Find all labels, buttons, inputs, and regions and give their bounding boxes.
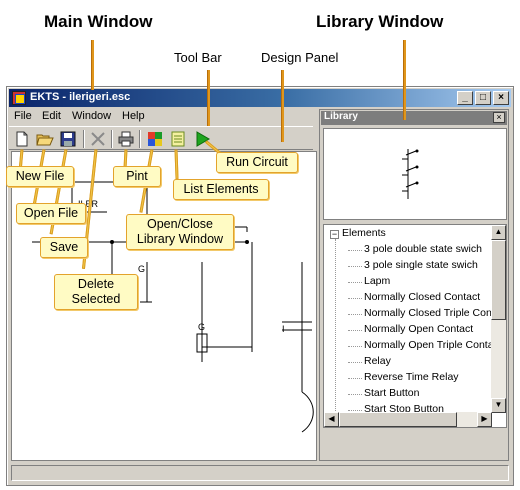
tree-guide-line: [335, 239, 336, 427]
printer-icon: [118, 131, 134, 147]
tree-item[interactable]: Normally Closed Contact: [364, 291, 480, 307]
library-preview: [323, 128, 507, 220]
tree-item[interactable]: Lapm: [364, 275, 390, 291]
delete-x-icon: [91, 132, 105, 146]
design-label: G: [138, 264, 145, 274]
tree-root-label: Elements: [342, 227, 386, 239]
minimize-button[interactable]: _: [457, 91, 473, 105]
scroll-thumb[interactable]: [339, 412, 457, 427]
callout-delete-line1: Delete: [77, 277, 115, 291]
switch-symbol-icon: [402, 149, 419, 199]
scroll-right-icon[interactable]: ▶: [477, 412, 492, 427]
maximize-button[interactable]: □: [475, 91, 491, 105]
menu-edit[interactable]: Edit: [42, 110, 61, 122]
menu-file[interactable]: File: [14, 110, 32, 122]
scroll-thumb[interactable]: [491, 240, 506, 320]
tree-guide-line: [348, 282, 362, 283]
tree-horizontal-scrollbar[interactable]: ◀ ▶: [324, 412, 492, 427]
toolbar-separator: [83, 130, 85, 148]
callout-list-elements: List Elements: [173, 179, 269, 200]
menu-help[interactable]: Help: [122, 110, 145, 122]
library-toggle-icon: [148, 132, 162, 146]
callout-library-line2: Library Window: [136, 232, 224, 246]
tree-guide-line: [348, 410, 362, 411]
library-window-pointer: [403, 40, 406, 120]
library-title-bar[interactable]: Library ×: [321, 111, 507, 125]
new-file-button[interactable]: [13, 130, 31, 148]
status-bar: [11, 465, 509, 481]
callout-delete-selected: Delete Selected: [54, 274, 138, 310]
callout-save: Save: [40, 237, 88, 258]
callout-open-file: Open File: [16, 203, 86, 224]
tree-guide-line: [348, 362, 362, 363]
close-button[interactable]: ×: [493, 91, 509, 105]
design-panel-heading: Design Panel: [261, 50, 339, 65]
scroll-up-icon[interactable]: ▲: [491, 225, 506, 240]
tree-vertical-scrollbar[interactable]: ▲ ▼: [491, 225, 506, 413]
tool-bar-pointer: [207, 70, 210, 126]
save-button[interactable]: [59, 130, 77, 148]
tree-item[interactable]: Start Button: [364, 387, 419, 403]
toolbar-separator: [139, 130, 141, 148]
design-label: I: [282, 324, 285, 334]
tree-guide-line: [348, 266, 362, 267]
tree-item[interactable]: Relay: [364, 355, 391, 371]
library-tree: − Elements 3 pole double state swich 3 pol…: [323, 224, 507, 428]
tree-root-elements[interactable]: − Elements: [330, 227, 386, 241]
library-close-button[interactable]: ×: [493, 112, 505, 123]
tool-bar-heading: Tool Bar: [174, 50, 222, 65]
tree-item[interactable]: Normally Closed Triple Cont: [364, 307, 495, 323]
toolbar-separator: [111, 130, 113, 148]
list-elements-icon: [171, 131, 185, 147]
callout-delete-line2: Selected: [71, 292, 121, 306]
tree-item[interactable]: 3 pole single state swich: [364, 259, 478, 275]
callout-run-circuit: Run Circuit: [216, 152, 298, 173]
callout-library-line1: Open/Close: [146, 217, 213, 231]
tree-guide-line: [348, 346, 362, 347]
tree-guide-line: [348, 394, 362, 395]
tree-guide-line: [348, 378, 362, 379]
tree-guide-line: [348, 250, 362, 251]
app-icon: [12, 91, 26, 105]
tree-guide-line: [348, 330, 362, 331]
tree-guide-line: [348, 314, 362, 315]
scroll-left-icon[interactable]: ◀: [324, 412, 339, 427]
library-toggle-button[interactable]: [146, 130, 164, 148]
design-label: G: [198, 322, 205, 332]
callout-open-close-library: Open/Close Library Window: [126, 214, 234, 250]
list-elements-button[interactable]: [169, 130, 187, 148]
callout-print: Pint: [113, 166, 161, 187]
main-window-pointer: [91, 40, 94, 90]
tree-guide-line: [348, 298, 362, 299]
open-folder-icon: [36, 134, 54, 146]
open-file-button[interactable]: [36, 130, 54, 148]
library-window-heading: Library Window: [316, 12, 444, 31]
delete-selected-button[interactable]: [89, 130, 107, 148]
collapse-icon[interactable]: −: [330, 230, 339, 239]
print-button[interactable]: [117, 130, 135, 148]
main-window-heading: Main Window: [44, 12, 153, 31]
scroll-down-icon[interactable]: ▼: [491, 398, 506, 413]
tree-item[interactable]: Reverse Time Relay: [364, 371, 459, 387]
new-file-icon: [16, 131, 28, 147]
tree-item[interactable]: Normally Open Contact: [364, 323, 473, 339]
design-panel-pointer: [281, 70, 284, 142]
menu-window[interactable]: Window: [72, 110, 111, 122]
tool-bar: [9, 126, 313, 150]
tree-item[interactable]: 3 pole double state swich: [364, 243, 482, 259]
title-bar[interactable]: EKTS - ilerigeri.esc _ □ ×: [9, 89, 511, 107]
save-disk-icon: [60, 131, 76, 147]
library-window: Library × − Elements 3 pole double state …: [319, 109, 509, 461]
tree-item[interactable]: Normally Open Triple Conta: [364, 339, 494, 355]
window-title: EKTS - ilerigeri.esc: [30, 91, 131, 103]
callout-new-file: New File: [6, 166, 74, 187]
library-title: Library: [324, 111, 358, 122]
